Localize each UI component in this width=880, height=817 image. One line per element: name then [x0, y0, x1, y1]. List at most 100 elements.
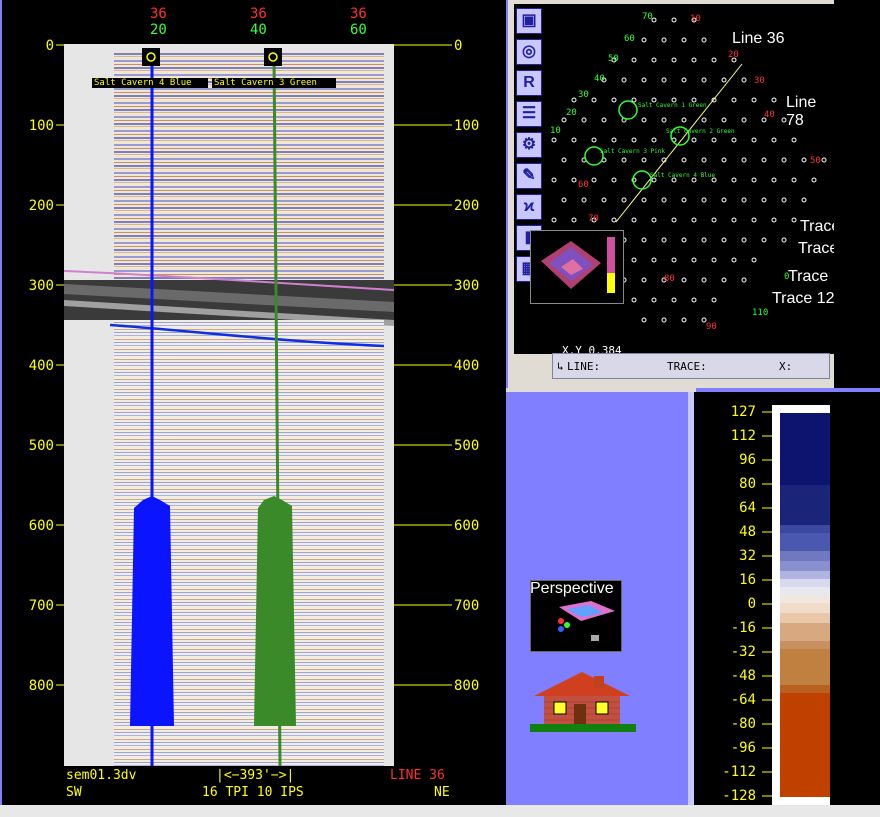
map-grid-dot	[651, 137, 657, 143]
map-grid-dot	[591, 177, 597, 183]
map-grid-dot	[621, 77, 627, 83]
map-right-margin	[834, 0, 880, 388]
map-grid-dot	[681, 317, 687, 323]
list-tool-button[interactable]: ☰	[516, 101, 542, 127]
map-grid-dot	[591, 137, 597, 143]
map-grid-dot	[601, 117, 607, 123]
target-icon: ◎	[522, 43, 536, 60]
map-grid-dot	[821, 157, 827, 163]
map-grid-dot	[661, 197, 667, 203]
map-grid-dot	[751, 137, 757, 143]
palette-tool-button[interactable]: ⚙	[516, 132, 542, 158]
status-trace-label: TRACE:	[667, 360, 707, 373]
perspective-label: Perspective	[530, 580, 614, 597]
notes-tool-button[interactable]: ✎	[516, 163, 542, 189]
colorbar-label: -16	[730, 620, 756, 636]
map-red-tick: 10	[690, 14, 701, 24]
footer-left-direction: SW	[66, 785, 82, 800]
map-grid-dot	[551, 217, 557, 223]
footer-scale-distance: 393'	[239, 768, 271, 783]
map-grid-dot	[791, 137, 797, 143]
map-grid-dot	[601, 197, 607, 203]
map-red-tick: 20	[728, 50, 739, 60]
map-grid-dot	[631, 137, 637, 143]
map-grid-dot	[731, 217, 737, 223]
zoom-tool-button[interactable]: ▣	[516, 8, 542, 34]
map-green-tick: 60	[624, 34, 635, 44]
map-grid-dot	[661, 237, 667, 243]
map-grid-dot	[681, 77, 687, 83]
map-grid-dot	[611, 97, 617, 103]
map-grid-dot	[691, 257, 697, 263]
map-grid-dot	[721, 157, 727, 163]
map-grid-dot	[681, 37, 687, 43]
map-grid-dot	[561, 157, 567, 163]
map-grid-dot	[631, 217, 637, 223]
map-grid-dot	[561, 197, 567, 203]
map-grid-dot	[761, 157, 767, 163]
map-grid-dot	[681, 117, 687, 123]
map-well-tag: Salt Cavern 4 Blue	[650, 172, 716, 179]
map-grid-dot	[711, 257, 717, 263]
well-label-green: Salt Cavern 3 Green	[212, 78, 336, 88]
map-red-tick: 30	[754, 76, 765, 86]
spiral-tool-button[interactable]: ϰ	[516, 194, 542, 220]
colorbar-label: 32	[739, 548, 756, 564]
map-grid-dot	[581, 197, 587, 203]
zoom-icon: ▣	[521, 12, 537, 29]
footer-right-direction: NE	[434, 785, 450, 800]
target-tool-button[interactable]: ◎	[516, 39, 542, 65]
map-grid-dot	[661, 77, 667, 83]
map-grid-dot	[661, 317, 667, 323]
map-grid-dot	[651, 217, 657, 223]
map-grid-dot	[571, 217, 577, 223]
map-grid-dot	[571, 97, 577, 103]
map-green-tick: 20	[566, 108, 577, 118]
map-grid-dot	[611, 177, 617, 183]
map-grid-dot	[551, 177, 557, 183]
map-grid-dot	[761, 197, 767, 203]
colorbar-label: -128	[722, 788, 756, 804]
map-grid-dot	[741, 157, 747, 163]
map-well-tag: Salt Cavern 3 Pink	[600, 148, 666, 155]
map-grid-dot	[721, 197, 727, 203]
map-label-line-36: Line 36	[732, 30, 785, 47]
map-green-tick: 70	[642, 12, 653, 22]
map-grid-dot	[631, 97, 637, 103]
footer-filename: sem01.3dv	[66, 768, 137, 783]
map-grid-dot	[671, 257, 677, 263]
redraw-button[interactable]: R	[516, 70, 542, 96]
map-red-tick: 50	[810, 156, 821, 166]
map-grid-dot	[691, 137, 697, 143]
map-grid-dot	[571, 137, 577, 143]
map-grid-dot	[641, 77, 647, 83]
colorbar-label: -64	[730, 692, 756, 708]
map-grid-dot	[661, 37, 667, 43]
mini-3d-thumbnail[interactable]	[530, 230, 624, 304]
map-grid-dot	[661, 117, 667, 123]
colorbar-label: -48	[730, 668, 756, 684]
map-grid-dot	[751, 257, 757, 263]
map-grid-dot	[731, 257, 737, 263]
colorbar-gradient	[780, 413, 830, 805]
map-grid-dot	[621, 157, 627, 163]
home-button[interactable]	[530, 670, 636, 732]
footer-line-label: LINE 36	[390, 768, 445, 783]
map-grid-dot	[781, 197, 787, 203]
map-green-tick: 30	[578, 90, 589, 100]
colorbar-label: -80	[730, 716, 756, 732]
map-grid-dot	[781, 157, 787, 163]
map-grid-dot	[701, 117, 707, 123]
colorbar-label: 16	[739, 572, 756, 588]
map-grid-dot	[651, 257, 657, 263]
map-grid-dot	[691, 217, 697, 223]
redraw-icon: R	[523, 74, 535, 91]
seismic-section-canvas[interactable]: Salt Cavern 4 Blue Salt Cavern 3 Green	[64, 44, 394, 766]
map-grid-dot	[681, 277, 687, 283]
map-grid-dot	[611, 217, 617, 223]
map-grid-dot	[571, 177, 577, 183]
map-grid-dot	[631, 257, 637, 263]
colorbar-label: -32	[730, 644, 756, 660]
status-cursor-icon: ↳	[557, 360, 564, 373]
map-grid-dot	[741, 77, 747, 83]
